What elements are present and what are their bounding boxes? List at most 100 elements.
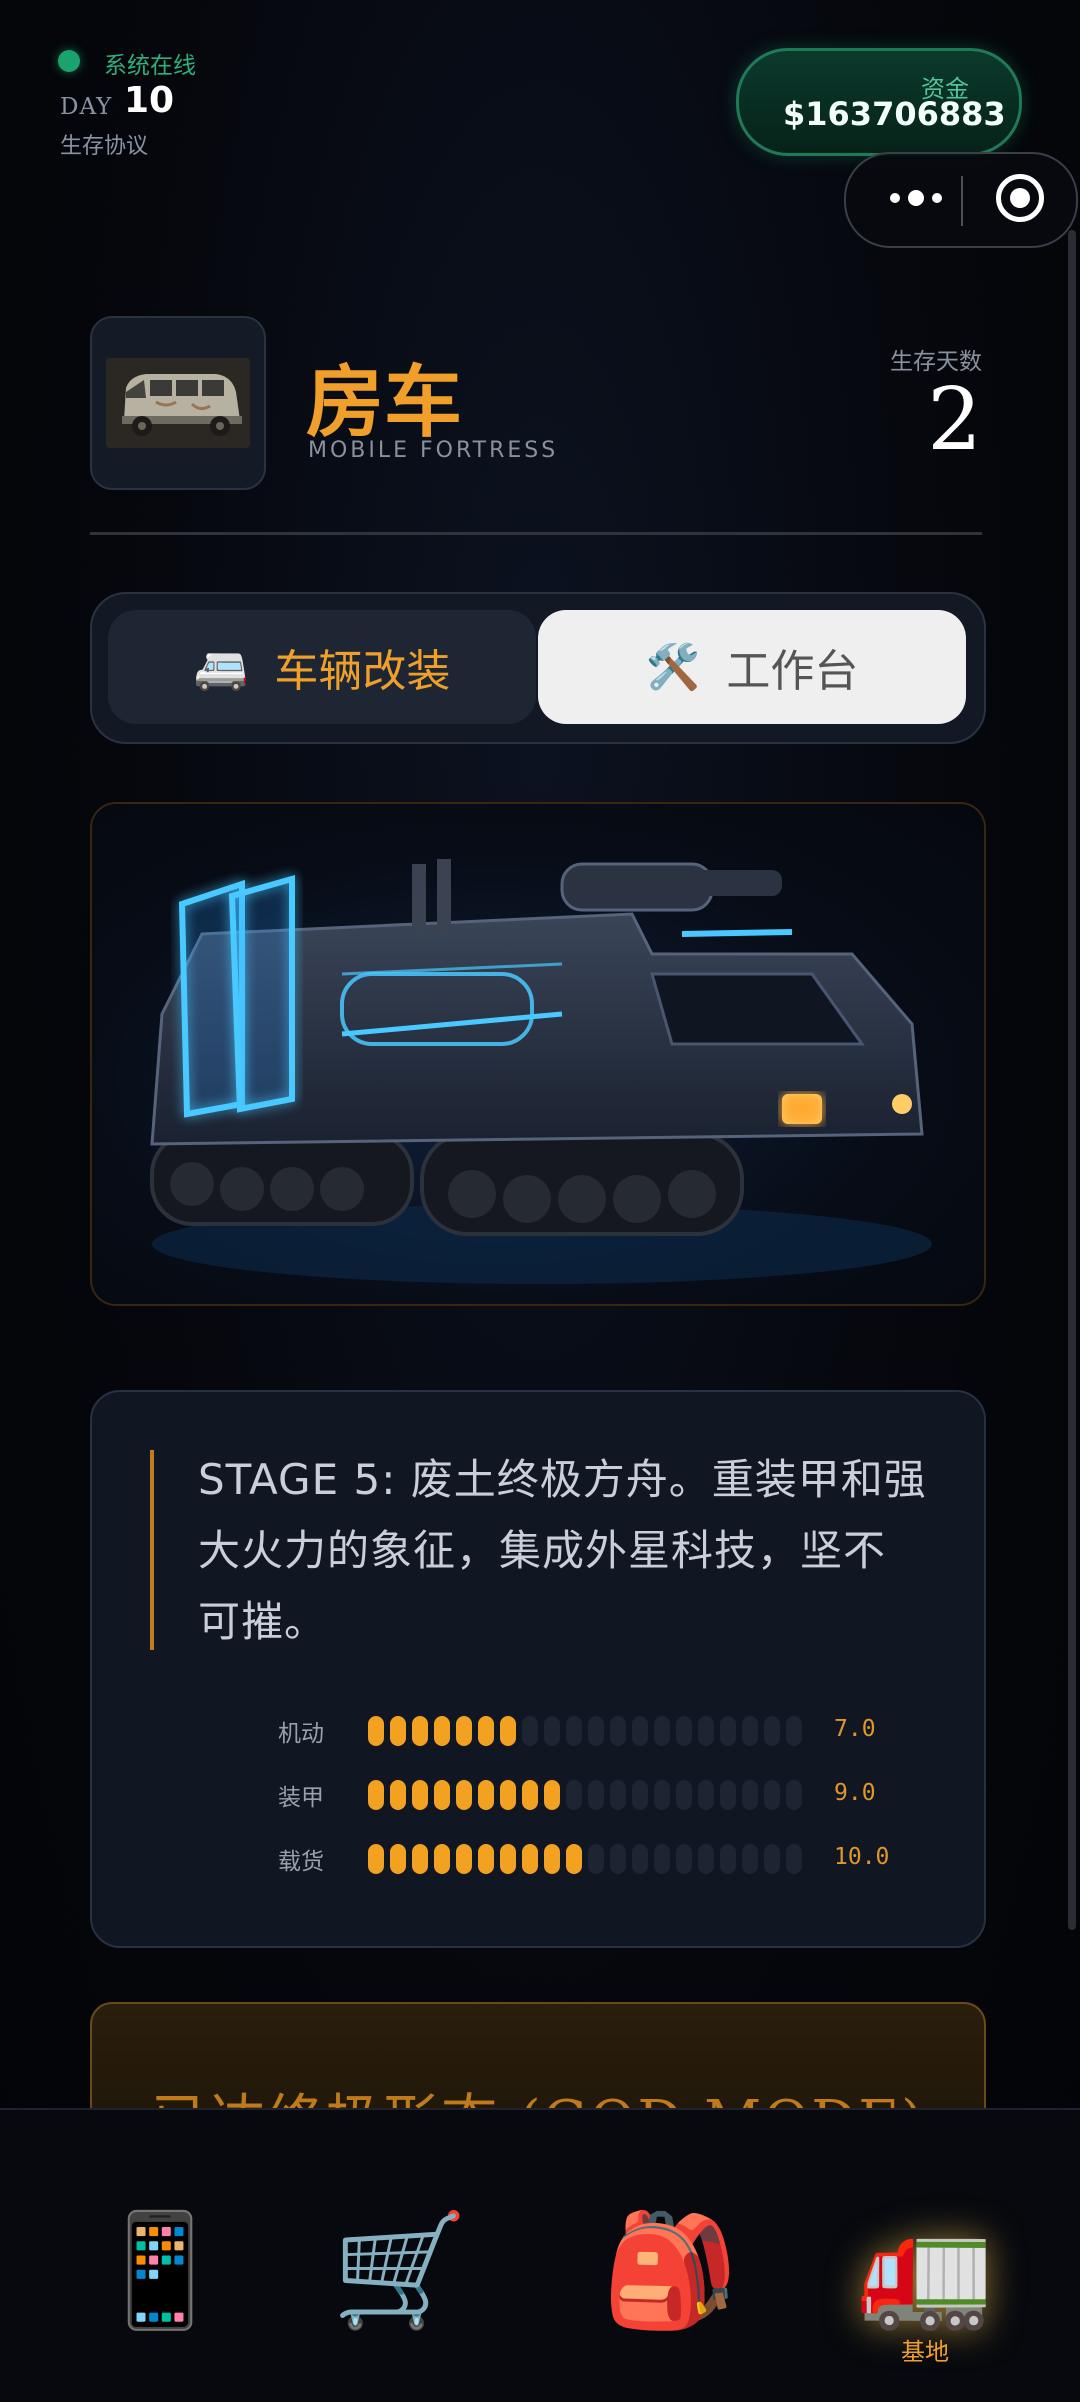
stat-segment <box>786 1780 802 1810</box>
stat-segment <box>522 1716 538 1746</box>
funds-value: $163706883 <box>783 95 1006 133</box>
stat-segment <box>654 1780 670 1810</box>
stat-segment <box>610 1716 626 1746</box>
tab-workbench-label: 工作台 <box>726 646 859 697</box>
stat-bar <box>368 1780 802 1810</box>
stat-segment <box>764 1780 780 1810</box>
stat-segment <box>478 1716 494 1746</box>
online-status-dot <box>58 50 80 72</box>
stat-segment <box>434 1844 450 1874</box>
stat-label: 机动 <box>278 1721 324 1747</box>
nav-item-shop[interactable]: 🛒 <box>265 2110 535 2402</box>
stat-label: 装甲 <box>278 1785 324 1811</box>
stat-segment <box>764 1716 780 1746</box>
stat-segment <box>390 1716 406 1746</box>
stat-segment <box>654 1844 670 1874</box>
stat-segment <box>500 1844 516 1874</box>
stat-segment <box>412 1780 428 1810</box>
stat-segment <box>676 1780 692 1810</box>
stat-segment <box>500 1716 516 1746</box>
stat-segment <box>698 1844 714 1874</box>
day-number: 10 <box>124 80 175 121</box>
stat-segment <box>368 1844 384 1874</box>
backpack-icon: 🎒 <box>601 2206 739 2334</box>
mini-program-capsule <box>844 152 1078 248</box>
stat-row-mobility: 机动 7.0 <box>92 1710 984 1750</box>
scrollbar[interactable] <box>1068 230 1076 1930</box>
stat-segment <box>764 1844 780 1874</box>
stat-bar <box>368 1844 802 1874</box>
truck-icon: 🚛 <box>856 2206 994 2334</box>
nav-item-backpack[interactable]: 🎒 <box>535 2110 805 2402</box>
nav-item-phone[interactable]: 📱 <box>25 2110 295 2402</box>
stat-segment <box>500 1780 516 1810</box>
protocol-label: 生存协议 <box>60 134 149 159</box>
stat-value: 9.0 <box>834 1780 876 1806</box>
stat-segment <box>544 1780 560 1810</box>
stat-segment <box>478 1844 494 1874</box>
stat-segment <box>390 1844 406 1874</box>
page-title: 房车 <box>306 357 463 448</box>
stat-segment <box>720 1716 736 1746</box>
stat-segment <box>720 1780 736 1810</box>
stat-segment <box>698 1780 714 1810</box>
stat-segment <box>412 1716 428 1746</box>
stat-segment <box>588 1844 604 1874</box>
stat-segment <box>632 1780 648 1810</box>
stat-segment <box>434 1716 450 1746</box>
tools-icon: 🛠️ <box>645 642 701 693</box>
stat-segment <box>478 1780 494 1810</box>
tab-vehicle-mod-label: 车辆改装 <box>274 646 451 697</box>
stat-segment <box>566 1780 582 1810</box>
cart-icon: 🛒 <box>331 2206 469 2334</box>
stat-segment <box>610 1844 626 1874</box>
stat-segment <box>456 1844 472 1874</box>
stat-segment <box>742 1716 758 1746</box>
survival-days-value: 2 <box>927 370 982 470</box>
stat-segment <box>654 1716 670 1746</box>
funds-badge[interactable]: 资金 $163706883 <box>736 48 1022 156</box>
stat-segment <box>566 1716 582 1746</box>
tab-bar: 🚐 车辆改装 🛠️ 工作台 <box>90 592 986 744</box>
stat-segment <box>632 1716 648 1746</box>
stat-segment <box>742 1780 758 1810</box>
vehicle-thumbnail <box>90 316 266 490</box>
capsule-divider <box>961 176 963 226</box>
tab-vehicle-mod[interactable]: 🚐 车辆改装 <box>108 610 536 724</box>
stat-segment <box>698 1716 714 1746</box>
stat-segment <box>522 1844 538 1874</box>
stat-value: 7.0 <box>834 1716 876 1742</box>
bottom-nav: 📱 🛒 🎒 🚛 基地 <box>0 2108 1080 2402</box>
stat-segment <box>610 1780 626 1810</box>
stat-segment <box>544 1716 560 1746</box>
stat-segment <box>368 1716 384 1746</box>
stat-row-armor: 装甲 9.0 <box>92 1774 984 1814</box>
stat-segment <box>632 1844 648 1874</box>
nav-item-base[interactable]: 🚛 基地 <box>790 2110 1060 2402</box>
stat-segment <box>368 1780 384 1810</box>
stage-description-card: STAGE 5: 废土终极方舟。重装甲和强大火力的象征，集成外星科技，坚不可摧。… <box>90 1390 986 1948</box>
van-thumbnail-image <box>106 358 250 448</box>
stat-segment <box>588 1716 604 1746</box>
more-icon[interactable] <box>876 176 956 220</box>
stat-segment <box>676 1844 692 1874</box>
stat-segment <box>434 1780 450 1810</box>
stat-segment <box>786 1716 802 1746</box>
stat-label: 载货 <box>278 1849 324 1875</box>
stat-bar <box>368 1716 802 1746</box>
stat-segment <box>588 1780 604 1810</box>
stat-segment <box>742 1844 758 1874</box>
phone-icon: 📱 <box>91 2206 229 2334</box>
stat-segment <box>456 1716 472 1746</box>
stat-segment <box>720 1844 736 1874</box>
stat-segment <box>786 1844 802 1874</box>
stat-segment <box>566 1844 582 1874</box>
tab-workbench[interactable]: 🛠️ 工作台 <box>538 610 966 724</box>
page-subtitle: MOBILE FORTRESS <box>308 438 559 463</box>
online-status-text: 系统在线 <box>104 53 196 79</box>
close-target-icon[interactable] <box>996 174 1044 222</box>
stat-segment <box>412 1844 428 1874</box>
stat-segment <box>522 1780 538 1810</box>
van-icon: 🚐 <box>193 642 249 693</box>
nav-label-base: 基地 <box>901 2338 949 2366</box>
